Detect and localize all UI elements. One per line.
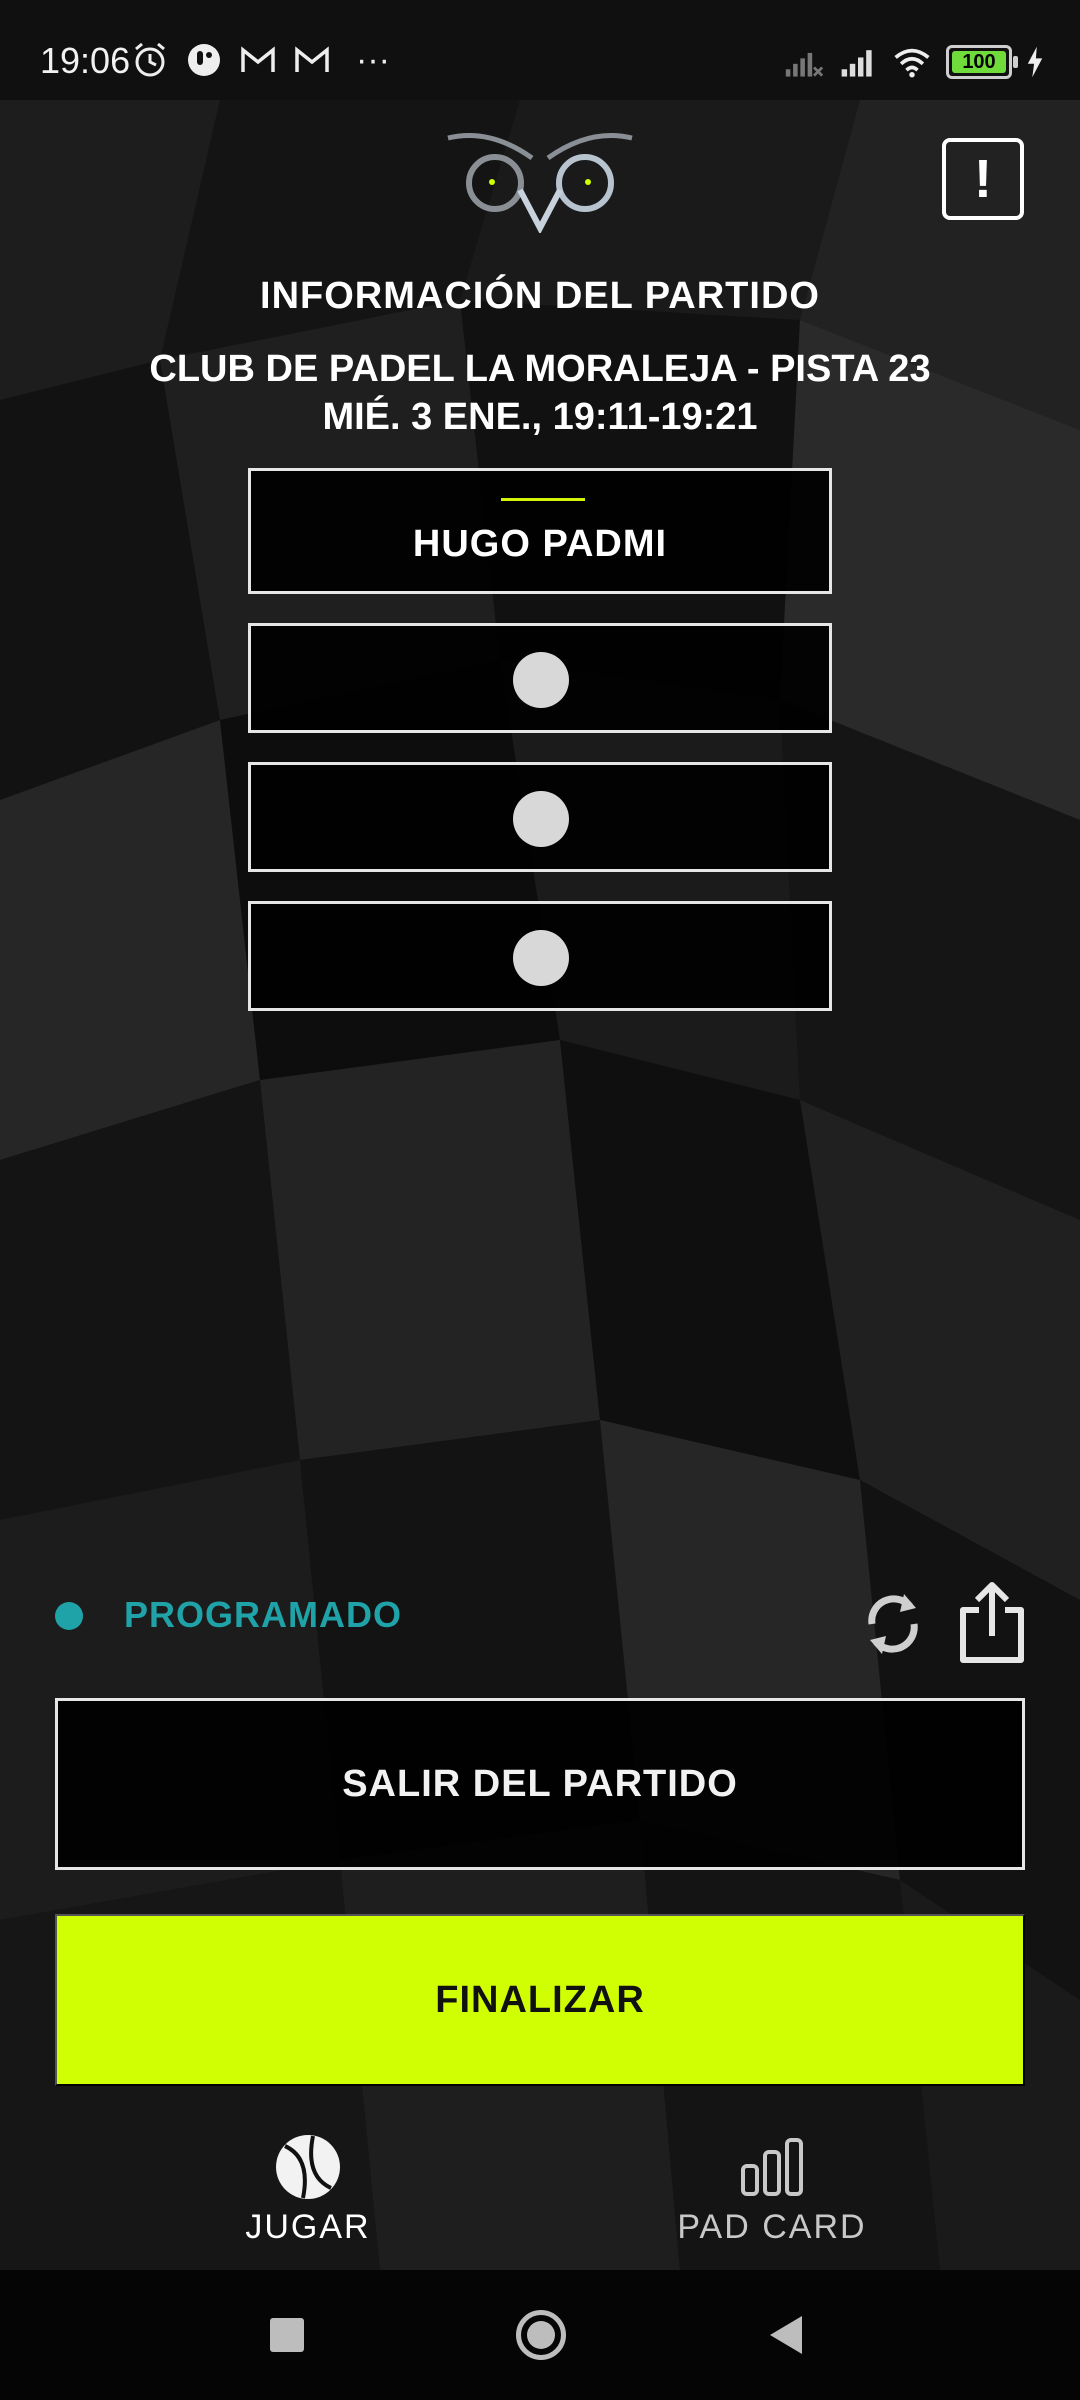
app-notification-icon: [188, 44, 220, 76]
player-name: HUGO PADMI: [412, 523, 668, 565]
nav-item-pad-card[interactable]: PAD CARD: [622, 2132, 922, 2247]
player-slot-1[interactable]: HUGO PADMI: [248, 468, 832, 594]
wifi-icon: [894, 48, 930, 78]
gmail-icon: [295, 46, 329, 72]
leave-match-button[interactable]: SALIR DEL PARTIDO: [55, 1698, 1025, 1870]
player-slot-2[interactable]: [248, 623, 832, 733]
status-right-icons: 100: [784, 42, 1044, 82]
status-left-icons: ···: [130, 40, 390, 80]
finish-button[interactable]: FINALIZAR: [55, 1914, 1025, 2086]
nav-item-jugar[interactable]: JUGAR: [158, 2132, 458, 2247]
accent-line: [501, 498, 585, 501]
back-icon[interactable]: [770, 2316, 802, 2354]
no-signal-icon: [785, 52, 824, 77]
empty-player-icon: [513, 652, 569, 708]
match-venue: CLUB DE PADEL LA MORALEJA - PISTA 23: [149, 348, 931, 390]
gmail-icon: [241, 46, 275, 72]
tennis-ball-icon: [276, 2135, 340, 2199]
battery-level: 100: [952, 51, 1006, 73]
status-bar: 19:06 ··· 100: [0, 0, 1080, 100]
home-icon[interactable]: [516, 2310, 566, 2360]
owl-logo-icon: [447, 133, 633, 233]
battery-icon: 100: [946, 45, 1018, 79]
page-title: INFORMACIÓN DEL PARTIDO: [260, 275, 820, 317]
alarm-icon: [135, 42, 165, 77]
nav-label-jugar: JUGAR: [245, 2208, 371, 2246]
status-time: 19:06: [40, 40, 131, 81]
nav-label-pad-card: PAD CARD: [677, 2208, 867, 2246]
more-dots-icon: ···: [356, 40, 390, 79]
empty-player-icon: [513, 791, 569, 847]
bottom-navigation: JUGAR PAD CARD: [0, 2120, 1080, 2270]
refresh-icon[interactable]: [858, 1584, 928, 1664]
bar-chart-icon: [741, 2138, 803, 2196]
match-status: PROGRAMADO: [124, 1594, 402, 1635]
player-slot-3[interactable]: [248, 762, 832, 872]
match-details: CLUB DE PADEL LA MORALEJA - PISTA 23 MIÉ…: [0, 345, 1080, 441]
signal-icon: [841, 50, 872, 77]
share-icon[interactable]: [955, 1580, 1029, 1666]
exclamation-icon: !: [974, 149, 992, 209]
match-datetime: MIÉ. 3 ENE., 19:11-19:21: [322, 396, 758, 438]
empty-player-icon: [513, 930, 569, 986]
status-indicator-dot: [55, 1602, 83, 1630]
charging-icon: [1027, 46, 1043, 78]
report-button[interactable]: !: [942, 138, 1024, 220]
player-slot-4[interactable]: [248, 901, 832, 1011]
recent-apps-icon[interactable]: [270, 2318, 304, 2352]
